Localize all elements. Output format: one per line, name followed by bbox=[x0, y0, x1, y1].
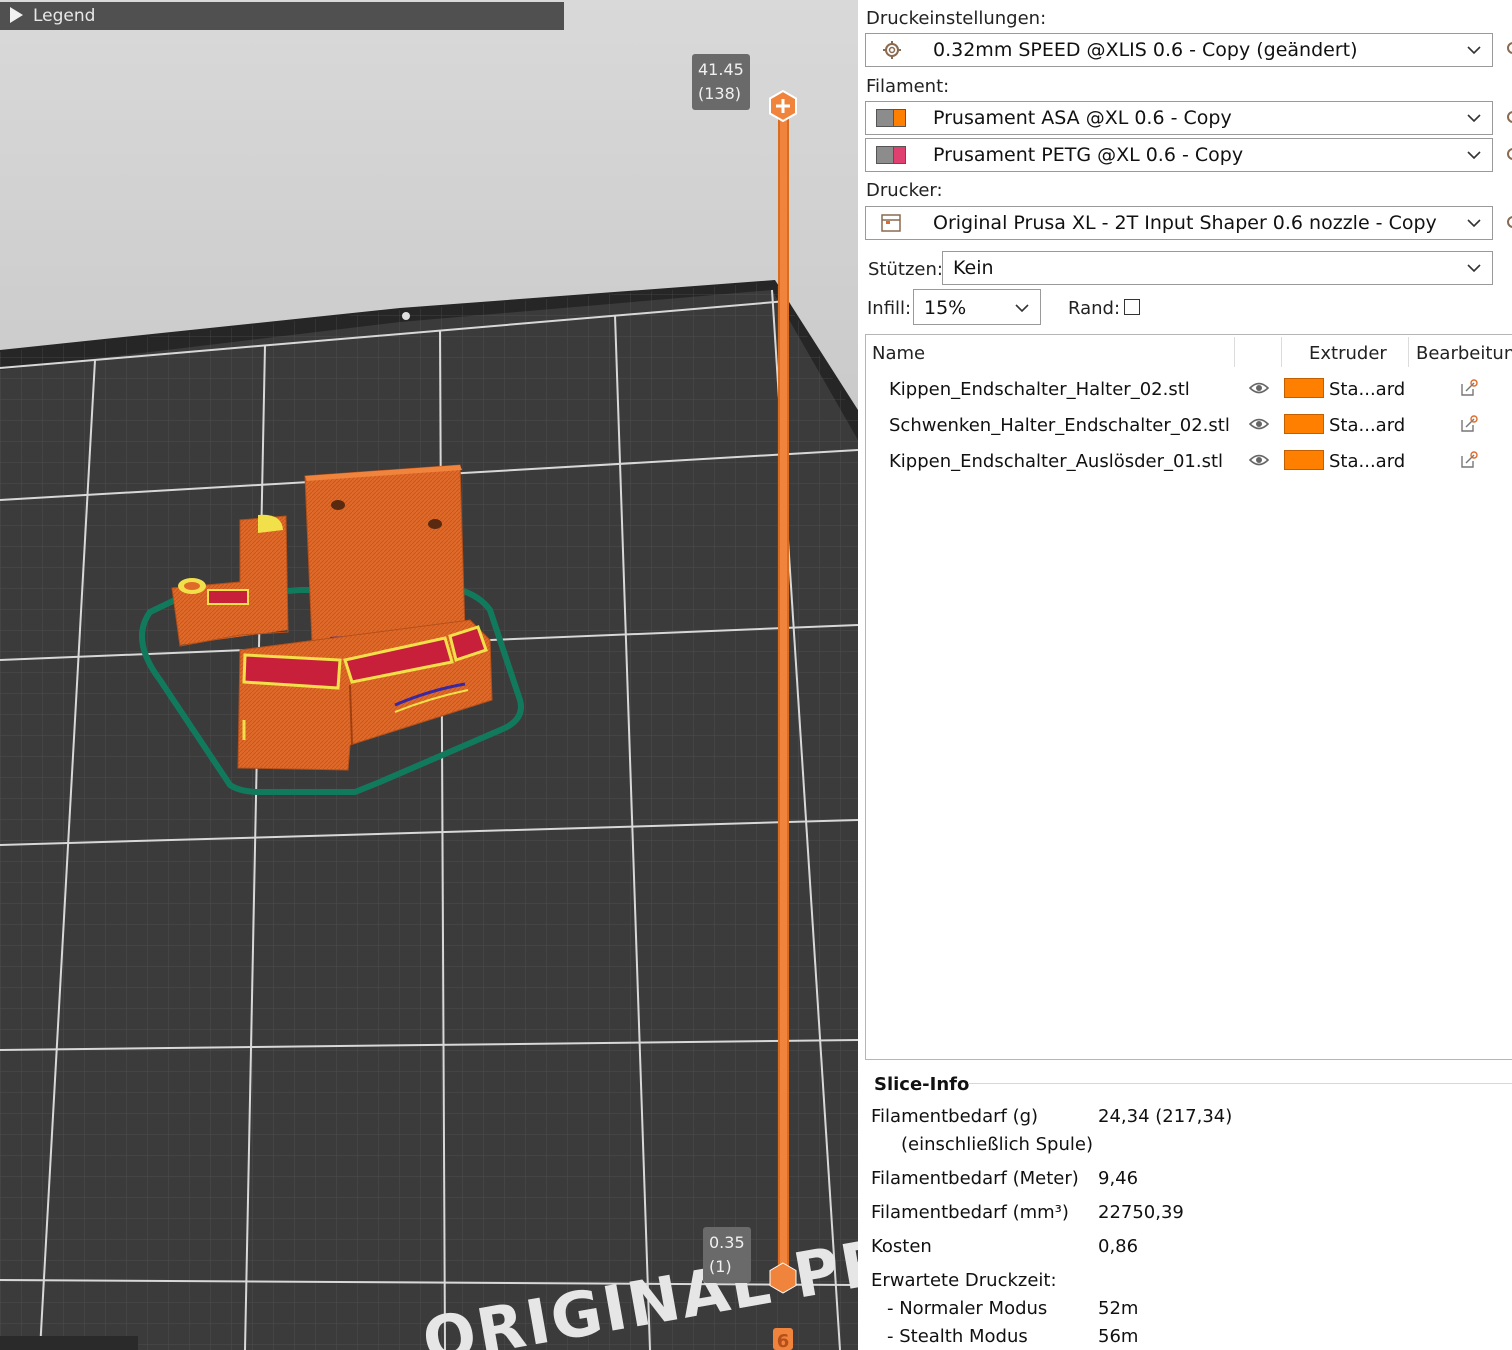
slice-info-panel: Slice-Info Filamentbedarf (g) 24,34 (217… bbox=[858, 1066, 1512, 1350]
printer-combo[interactable]: Original Prusa XL - 2T Input Shaper 0.6 … bbox=[865, 206, 1493, 240]
part-schwenken-halter[interactable] bbox=[304, 464, 466, 643]
edit-object-icon[interactable] bbox=[1460, 451, 1478, 469]
cost-value: 0,86 bbox=[1098, 1236, 1139, 1257]
slider-bottom-height: 0.35 bbox=[709, 1233, 745, 1252]
printer-icon bbox=[881, 214, 901, 232]
slider-top-tooltip: 41.45 (138) bbox=[692, 54, 750, 110]
extruder-value[interactable]: Sta...ard bbox=[1329, 451, 1405, 472]
filament-color-swatch bbox=[876, 109, 906, 127]
supports-combo[interactable]: Kein bbox=[942, 251, 1493, 285]
slider-top-handle-icon[interactable] bbox=[767, 90, 799, 122]
column-extruder[interactable]: Extruder bbox=[1309, 343, 1387, 364]
print-time-label: Erwartete Druckzeit: bbox=[871, 1270, 1057, 1291]
normal-mode-label: - Normaler Modus bbox=[887, 1298, 1048, 1319]
legend-label: Legend bbox=[33, 6, 96, 26]
viewport-bottom-strip bbox=[0, 1336, 138, 1350]
printer-value: Original Prusa XL - 2T Input Shaper 0.6 … bbox=[933, 212, 1437, 234]
expand-triangle-icon bbox=[10, 7, 23, 23]
list-item[interactable]: Kippen_Endschalter_Auslösder_01.stl Sta.… bbox=[866, 445, 1512, 479]
infill-label: Infill: bbox=[867, 298, 912, 319]
slider-bottom-tooltip: 0.35 (1) bbox=[703, 1227, 751, 1283]
filament-g-value: 24,34 (217,34) bbox=[1098, 1106, 1233, 1127]
object-name: Kippen_Endschalter_Auslösder_01.stl bbox=[889, 451, 1224, 472]
slider-bottom-handle-icon[interactable] bbox=[767, 1262, 799, 1294]
supports-value: Kein bbox=[953, 257, 994, 279]
edit-filament-icon[interactable] bbox=[1504, 109, 1512, 125]
cog-icon bbox=[883, 41, 901, 59]
filament-g-label: Filamentbedarf (g) bbox=[871, 1106, 1039, 1127]
eye-icon[interactable] bbox=[1249, 417, 1269, 431]
filament-mm3-label: Filamentbedarf (mm³) bbox=[871, 1202, 1069, 1223]
bed-grid-fine bbox=[0, 282, 858, 1350]
print-settings-combo[interactable]: 0.32mm SPEED @XLIS 0.6 - Copy (geändert) bbox=[865, 33, 1493, 67]
object-name: Schwenken_Halter_Endschalter_02.stl bbox=[889, 415, 1230, 436]
filament-mm3-value: 22750,39 bbox=[1098, 1202, 1184, 1223]
filament-m-label: Filamentbedarf (Meter) bbox=[871, 1168, 1079, 1189]
svg-text:6: 6 bbox=[777, 1331, 790, 1350]
filament-2-value: Prusament PETG @XL 0.6 - Copy bbox=[933, 144, 1244, 166]
legend-toggle[interactable]: Legend bbox=[0, 2, 564, 30]
extruder-color-swatch[interactable] bbox=[1284, 414, 1324, 434]
cost-label: Kosten bbox=[871, 1236, 932, 1257]
stealth-mode-value: 56m bbox=[1098, 1326, 1139, 1347]
right-sidebar: Druckeinstellungen: 0.32mm SPEED @XLIS 0… bbox=[858, 0, 1512, 1350]
filament-g-sub-label: (einschließlich Spule) bbox=[901, 1134, 1093, 1155]
bed-pin bbox=[402, 312, 410, 320]
eye-icon[interactable] bbox=[1249, 453, 1269, 467]
filament-label: Filament: bbox=[866, 76, 950, 97]
slice-info-title: Slice-Info bbox=[874, 1074, 970, 1095]
stealth-mode-label: - Stealth Modus bbox=[887, 1326, 1028, 1347]
filament-color-swatch bbox=[876, 146, 906, 164]
print-settings-value: 0.32mm SPEED @XLIS 0.6 - Copy (geändert) bbox=[933, 39, 1358, 61]
slider-top-height: 41.45 bbox=[698, 60, 744, 79]
layer-slider-track[interactable] bbox=[778, 104, 789, 1280]
printer-label: Drucker: bbox=[866, 180, 943, 201]
divider bbox=[968, 1083, 1512, 1084]
eye-icon[interactable] bbox=[1249, 381, 1269, 395]
extruder-value[interactable]: Sta...ard bbox=[1329, 415, 1405, 436]
edit-object-icon[interactable] bbox=[1460, 379, 1478, 397]
chevron-down-icon bbox=[1467, 264, 1481, 273]
filament-combo-2[interactable]: Prusament PETG @XL 0.6 - Copy bbox=[865, 138, 1493, 172]
brim-checkbox[interactable] bbox=[1124, 299, 1140, 315]
object-list[interactable]: Name Extruder Bearbeitung Kippen_Endscha… bbox=[865, 334, 1512, 1060]
object-name: Kippen_Endschalter_Halter_02.stl bbox=[889, 379, 1190, 400]
list-item[interactable]: Schwenken_Halter_Endschalter_02.stl Sta.… bbox=[866, 409, 1512, 443]
edit-settings-icon[interactable] bbox=[1504, 40, 1512, 56]
edit-filament-icon[interactable] bbox=[1504, 146, 1512, 162]
print-bed-scene[interactable] bbox=[0, 0, 858, 1350]
chevron-down-icon bbox=[1467, 46, 1481, 55]
extruder-color-swatch[interactable] bbox=[1284, 378, 1324, 398]
infill-combo[interactable]: 15% bbox=[913, 289, 1041, 325]
brim-label: Rand: bbox=[1068, 298, 1121, 319]
chevron-down-icon bbox=[1015, 304, 1029, 313]
column-editing[interactable]: Bearbeitung bbox=[1416, 343, 1512, 364]
chevron-down-icon bbox=[1467, 151, 1481, 160]
column-name[interactable]: Name bbox=[872, 343, 925, 364]
edit-printer-icon[interactable] bbox=[1504, 214, 1512, 230]
slider-top-layer: (138) bbox=[698, 84, 742, 103]
edit-object-icon[interactable] bbox=[1460, 415, 1478, 433]
extruder-color-swatch[interactable] bbox=[1284, 450, 1324, 470]
chevron-down-icon bbox=[1467, 114, 1481, 123]
supports-label: Stützen: bbox=[868, 259, 943, 280]
slider-bottom-layer: (1) bbox=[709, 1257, 732, 1276]
print-settings-label: Druckeinstellungen: bbox=[866, 8, 1047, 29]
slider-cog-icon[interactable]: 6 bbox=[770, 1326, 796, 1350]
extruder-value[interactable]: Sta...ard bbox=[1329, 379, 1405, 400]
filament-m-value: 9,46 bbox=[1098, 1168, 1139, 1189]
3d-viewport[interactable]: ORIGINAL PRU Legend 41.45 (138) 0.35 (1)… bbox=[0, 0, 858, 1350]
normal-mode-value: 52m bbox=[1098, 1298, 1139, 1319]
filament-1-value: Prusament ASA @XL 0.6 - Copy bbox=[933, 107, 1232, 129]
filament-combo-1[interactable]: Prusament ASA @XL 0.6 - Copy bbox=[865, 101, 1493, 135]
list-item[interactable]: Kippen_Endschalter_Halter_02.stl Sta...a… bbox=[866, 373, 1512, 407]
chevron-down-icon bbox=[1467, 219, 1481, 228]
infill-value: 15% bbox=[924, 297, 967, 319]
